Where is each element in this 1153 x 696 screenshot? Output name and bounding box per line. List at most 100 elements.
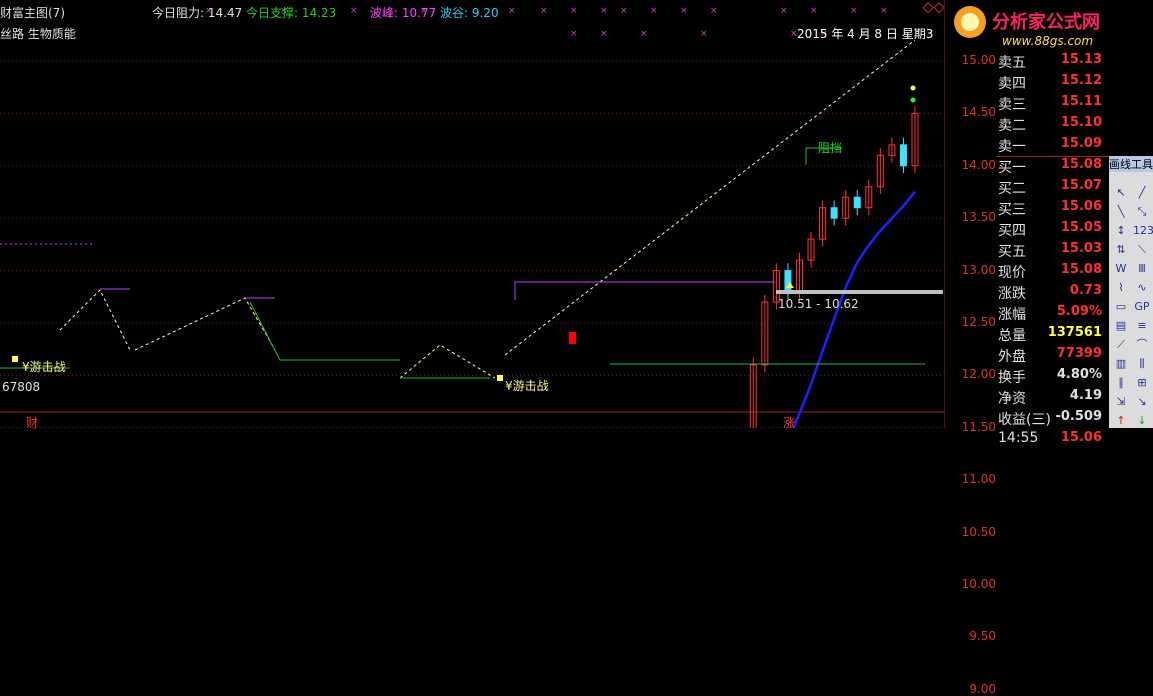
candle-body <box>830 207 838 219</box>
signal-marker: × <box>780 6 788 16</box>
number-icon[interactable]: 123 <box>1133 222 1153 240</box>
tick-time: 14:55 <box>998 430 1039 446</box>
bottom-left-tag: 财 <box>26 416 39 430</box>
price-tick-label: 11.50 <box>961 419 996 434</box>
logo-title: 分析家公式网 <box>992 12 1100 33</box>
parallel-icon[interactable]: ⇅ <box>1112 241 1130 259</box>
kline-chart[interactable]: × × × × × × × × × × × × × × × × × × × × × × × 财富主图(7) 今日阻力: 14… <box>0 0 945 430</box>
window-control-icon <box>922 2 934 14</box>
quote-label: 卖一 <box>998 139 1026 155</box>
quote-label: 卖四 <box>998 76 1026 92</box>
arrow-down-icon[interactable]: ↘ <box>1133 393 1151 411</box>
signal-marker: × <box>640 29 648 39</box>
signal-marker: × <box>680 6 688 16</box>
quote-row: 卖四 15.12 <box>996 73 1106 94</box>
price-tick-label: 12.50 <box>961 315 996 329</box>
quote-row: 收益(三) -0.509 <box>996 409 1106 430</box>
trend-line <box>59 289 131 351</box>
signal-marker: × <box>600 6 608 16</box>
peak-label: 波峰: 10.77 <box>370 6 437 20</box>
drawing-toolbox[interactable]: 画线工具 ↖ ╱ ╲ ⤡ ↕ 123 ⇅ ⟍ W Ⅲ ⌇ ∿ ▭ GP ▤ ≡ ⟋ ⌒ ▥ ⫼ ∥ ⊞ ⇲ ↘ ↑ ↓ <box>1109 156 1153 428</box>
price-tick-label: 9.50 <box>969 629 996 644</box>
quote-row: 外盘 77399 <box>996 346 1106 367</box>
vertical-line-icon[interactable]: ↕ <box>1112 222 1130 240</box>
range-label: 10.51 - 10.62 <box>778 297 859 311</box>
quote-label: 收益(三) <box>998 412 1051 428</box>
quote-value: -0.509 <box>1055 409 1102 424</box>
signal-marker: × <box>850 6 858 16</box>
quote-panel: 卖五 15.13 卖四 15.12 卖三 15.11 卖二 15.10 卖一 15.09 买一 15.… <box>996 52 1108 446</box>
quote-value: 15.08 <box>1060 262 1102 277</box>
curve-icon[interactable]: ∿ <box>1133 279 1151 297</box>
quote-label: 涨跌 <box>998 286 1026 302</box>
rect-icon[interactable]: ▭ <box>1112 298 1130 316</box>
quote-label: 换手 <box>998 370 1026 386</box>
window-control-icon <box>933 2 945 14</box>
price-tick-label: 14.00 <box>961 157 996 172</box>
quote-label: 买四 <box>998 223 1026 239</box>
quote-label: 现价 <box>998 265 1026 281</box>
up-arrow-icon[interactable]: ↑ <box>1112 412 1130 430</box>
line-icon[interactable]: ╱ <box>1133 184 1151 202</box>
quote-row: 买二 15.07 <box>996 178 1106 199</box>
tick-row: 14:55 15.06 <box>996 430 1106 451</box>
signal-marker: × <box>600 29 608 39</box>
price-tick-label: 10.50 <box>961 524 996 539</box>
percent-icon[interactable]: ∥ <box>1112 374 1130 392</box>
gann-icon[interactable]: GP <box>1133 298 1151 316</box>
quote-value: 15.08 <box>1060 157 1102 172</box>
quote-value: 77399 <box>1056 346 1102 361</box>
resistance-label: 今日阻力: 14.47 <box>152 6 243 20</box>
logo-url: www.88gs.com <box>1002 34 1094 48</box>
quote-label: 总量 <box>998 328 1026 344</box>
timezone-icon[interactable]: ⫼ <box>1133 355 1151 373</box>
quote-value: 15.05 <box>1060 220 1102 235</box>
bars-icon[interactable]: ▥ <box>1112 355 1130 373</box>
trend-line <box>399 344 496 379</box>
quote-label: 外盘 <box>998 349 1026 365</box>
quote-row: 买五 15.03 <box>996 241 1106 262</box>
tick-value: 15.06 <box>1060 430 1102 445</box>
pointer-icon[interactable]: ↖ <box>1112 184 1130 202</box>
price-tick-label: 14.50 <box>961 105 996 120</box>
fan-icon[interactable]: Ⅲ <box>1133 260 1151 278</box>
signal-marker: × <box>570 29 578 39</box>
signal-marker: × <box>710 6 718 16</box>
quote-row: 卖二 15.10 <box>996 115 1106 136</box>
quote-value: 15.07 <box>1060 178 1102 193</box>
arc-icon[interactable]: ⟋ <box>1112 336 1130 354</box>
quote-row: 涨幅 5.09% <box>996 304 1106 325</box>
fibonacci-icon[interactable]: ≡ <box>1133 317 1151 335</box>
ellipse-icon[interactable]: ⌒ <box>1133 336 1151 354</box>
extend-line-icon[interactable]: ⤡ <box>1133 203 1151 221</box>
speed-icon[interactable]: ⇲ <box>1112 393 1130 411</box>
quote-value: 137561 <box>1047 325 1102 340</box>
quote-row: 净资 4.19 <box>996 388 1106 409</box>
cycle-icon[interactable]: ⌇ <box>1112 279 1130 297</box>
quote-label: 涨幅 <box>998 307 1026 323</box>
down-arrow-icon[interactable]: ↓ <box>1133 412 1151 430</box>
quote-row: 卖三 15.11 <box>996 94 1106 115</box>
grid-icon[interactable]: ▤ <box>1112 317 1130 335</box>
signal-marker: × <box>810 6 818 16</box>
quote-row: 总量 137561 <box>996 325 1106 346</box>
box-icon[interactable]: ⊞ <box>1133 374 1151 392</box>
quote-row: 买一 15.08 <box>996 157 1106 178</box>
channel-icon[interactable]: ⟍ <box>1133 241 1151 259</box>
quote-row: 买三 15.06 <box>996 199 1106 220</box>
range-bar <box>776 290 943 294</box>
quote-value: 0.73 <box>1069 283 1102 298</box>
quote-row: 现价 15.08 <box>996 262 1106 283</box>
highlight-candle <box>569 332 576 344</box>
quote-label: 卖五 <box>998 55 1026 71</box>
quote-label: 买三 <box>998 202 1026 218</box>
chart-canvas[interactable]: × × × × × × × × × × × × × × × ×× × × × × × × <box>0 0 945 428</box>
quote-value: 5.09% <box>1056 304 1102 319</box>
quote-value: 15.09 <box>1060 136 1102 151</box>
guerrilla-label-2: ¥游击战 <box>505 379 549 393</box>
ray-icon[interactable]: ╲ <box>1112 203 1130 221</box>
price-tick-label: 11.00 <box>961 472 996 487</box>
quote-label: 卖二 <box>998 118 1026 134</box>
signal-marker: × <box>570 6 578 16</box>
wave-icon[interactable]: W <box>1112 260 1130 278</box>
